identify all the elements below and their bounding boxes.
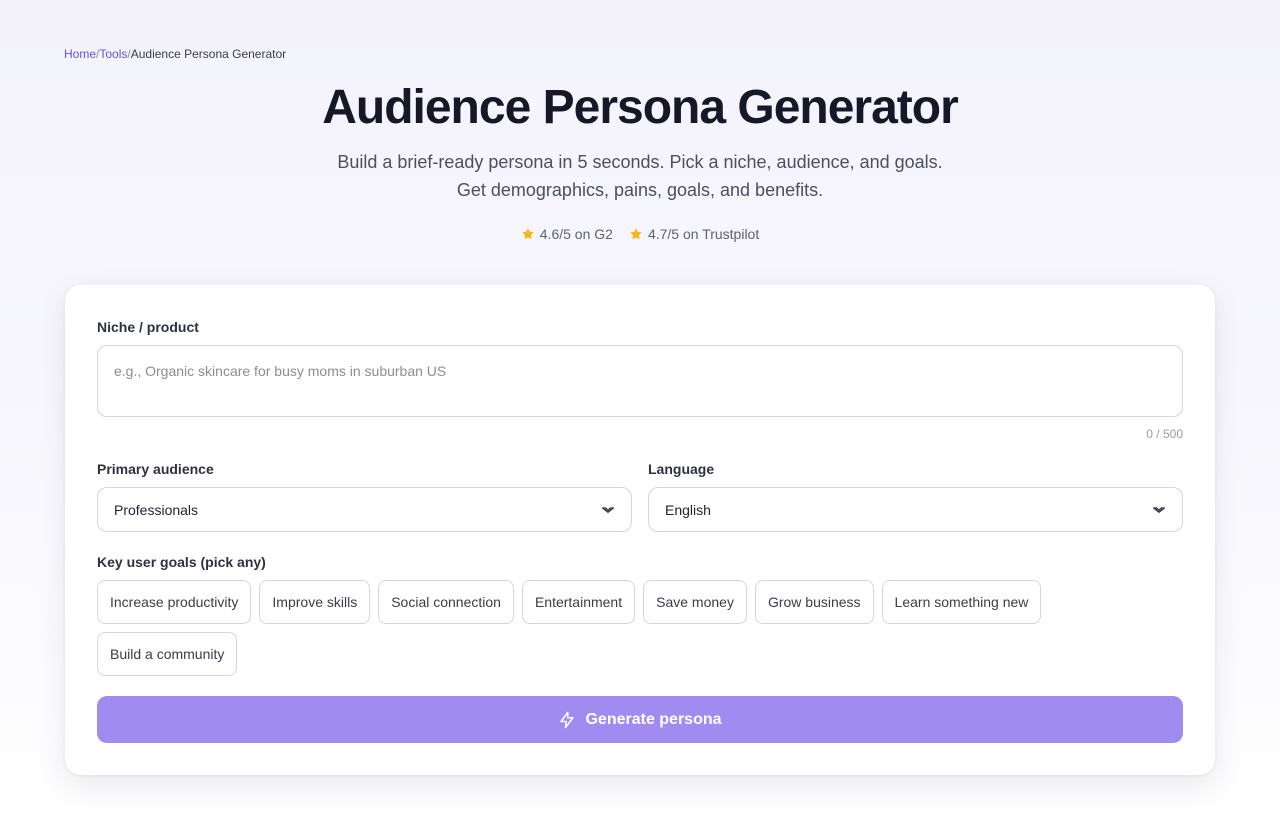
goal-chip-grow-business[interactable]: Grow business: [754, 580, 874, 624]
goals-label: Key user goals (pick any): [97, 554, 266, 570]
niche-input[interactable]: [97, 345, 1183, 417]
goal-chip-entertainment[interactable]: Entertainment: [521, 580, 636, 624]
niche-char-counter: 0 / 500: [1146, 427, 1183, 441]
page-title: Audience Persona Generator: [322, 81, 959, 134]
rating-g2: 4.6/5 on G2: [521, 225, 613, 243]
rating-trustpilot-text: 4.7/5 on Trustpilot: [647, 226, 760, 242]
language-label: Language: [648, 461, 715, 477]
niche-label: Niche / product: [97, 319, 199, 335]
generate-persona-label: Generate persona: [585, 710, 722, 728]
breadcrumb: Home/Tools/Audience Persona Generator: [64, 46, 286, 62]
rating-g2-text: 4.6/5 on G2: [539, 226, 613, 242]
ratings-row: 4.6/5 on G2 4.7/5 on Trustpilot: [0, 225, 1280, 243]
goal-chip-increase-productivity[interactable]: Increase productivity: [97, 580, 252, 624]
chevron-down-icon: [602, 506, 614, 513]
audience-label: Primary audience: [97, 461, 214, 477]
generate-persona-button[interactable]: Generate persona: [97, 696, 1183, 743]
language-select-value: English: [665, 501, 711, 518]
chevron-down-icon: [1153, 506, 1165, 513]
breadcrumb-home-link[interactable]: Home: [64, 47, 96, 61]
persona-form-card: Niche / product 0 / 500 Primary audience…: [65, 285, 1215, 775]
page-subtitle: Build a brief-ready persona in 5 seconds…: [290, 148, 990, 204]
subtitle-line-1: Build a brief-ready persona in 5 seconds…: [337, 152, 943, 172]
subtitle-line-2: Get demographics, pains, goals, and bene…: [456, 180, 824, 200]
goal-chip-learn-something-new[interactable]: Learn something new: [881, 580, 1042, 624]
goal-chip-improve-skills[interactable]: Improve skills: [259, 580, 371, 624]
audience-select-value: Professionals: [114, 501, 199, 518]
star-icon: [521, 228, 534, 240]
breadcrumb-current: Audience Persona Generator: [130, 47, 287, 61]
goal-chip-social-connection[interactable]: Social connection: [378, 580, 514, 624]
lightning-bolt-icon: [560, 711, 575, 728]
goals-chip-group: Increase productivity Improve skills Soc…: [97, 580, 1187, 676]
breadcrumb-tools-link[interactable]: Tools: [99, 47, 127, 61]
audience-select[interactable]: Professionals: [97, 487, 632, 532]
goal-chip-save-money[interactable]: Save money: [643, 580, 747, 624]
goal-chip-build-a-community[interactable]: Build a community: [97, 632, 238, 676]
star-icon: [630, 228, 642, 240]
language-select[interactable]: English: [648, 487, 1183, 532]
rating-trustpilot: 4.7/5 on Trustpilot: [629, 225, 759, 243]
